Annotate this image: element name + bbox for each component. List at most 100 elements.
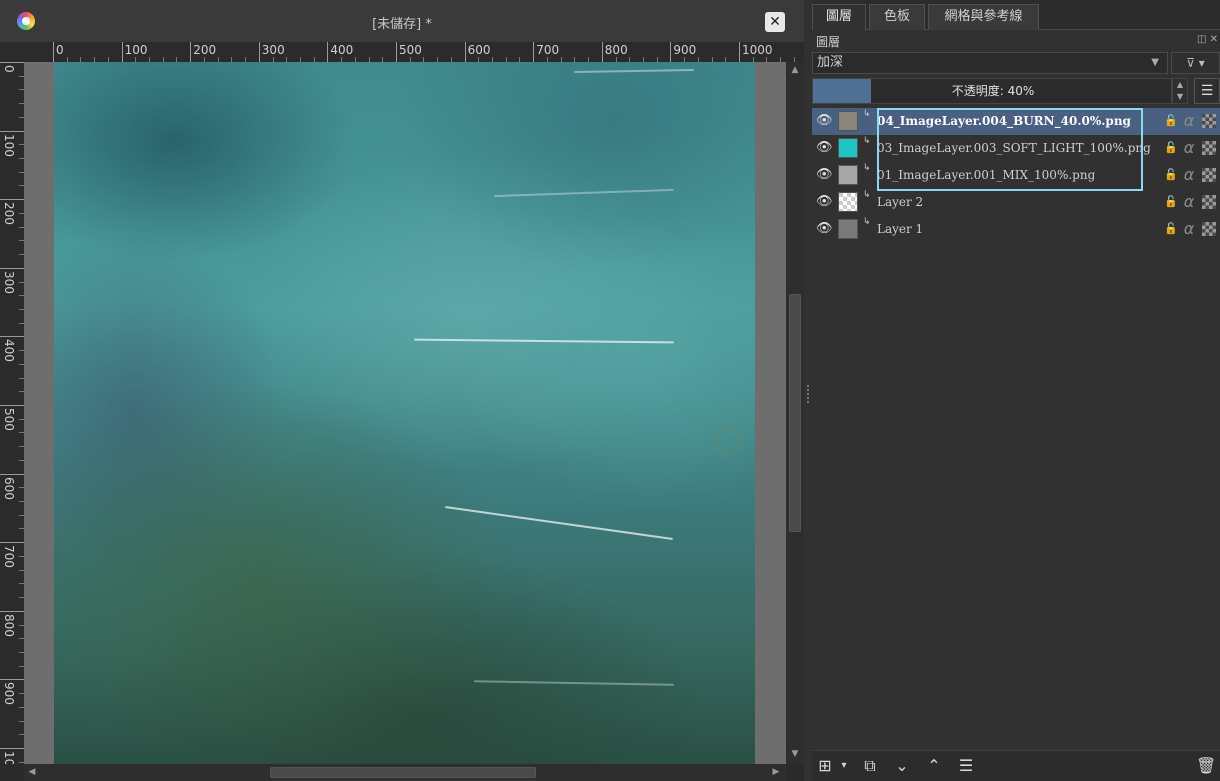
layer-name[interactable]: 04_ImageLayer.004_BURN_40.0%.png bbox=[877, 114, 1131, 128]
duplicate-layer-icon[interactable]: ⧉ bbox=[860, 756, 880, 776]
ruler-tick: 600 bbox=[464, 42, 491, 62]
ruler-tick-label: 200 bbox=[193, 43, 217, 57]
tab-palette[interactable]: 色板 bbox=[869, 4, 925, 30]
scroll-down-arrow-icon[interactable]: ▼ bbox=[789, 748, 801, 760]
alpha-lock-icon[interactable]: α bbox=[1181, 165, 1197, 185]
docker-tabbar: 圖層 色板 網格與參考線 bbox=[812, 0, 1220, 30]
inherit-alpha-icon[interactable] bbox=[1202, 168, 1216, 182]
ruler-tick-label: 700 bbox=[536, 43, 560, 57]
layer-thumbnail bbox=[838, 192, 858, 212]
horizontal-ruler: 0 100 200 300 400 500 600 700 800 900 1000 bbox=[24, 42, 804, 62]
ruler-tick: 400 bbox=[0, 336, 24, 362]
layer-list[interactable]: 👁 ↳ 04_ImageLayer.004_BURN_40.0%.png 🔓 α 👁 ↳ 03… bbox=[812, 108, 1220, 750]
ruler-tick: 800 bbox=[601, 42, 628, 62]
inherit-alpha-icon[interactable] bbox=[1202, 114, 1216, 128]
scroll-right-arrow-icon[interactable]: ▶ bbox=[770, 766, 782, 778]
horizontal-scroll-thumb[interactable] bbox=[270, 767, 536, 778]
layer-row[interactable]: 👁 ↳ 04_ImageLayer.004_BURN_40.0%.png 🔓 α bbox=[812, 108, 1220, 135]
layer-name[interactable]: 03_ImageLayer.003_SOFT_LIGHT_100%.png bbox=[877, 141, 1151, 155]
ruler-tick: 200 bbox=[0, 199, 24, 225]
layer-filter-button[interactable]: ⊽ ▾ bbox=[1171, 52, 1220, 74]
lock-icon[interactable]: 🔓 bbox=[1164, 222, 1178, 236]
layer-row[interactable]: 👁 ↳ Layer 1 🔓 α bbox=[812, 216, 1220, 243]
layer-thumbnail bbox=[838, 219, 858, 239]
alpha-lock-icon[interactable]: α bbox=[1181, 192, 1197, 212]
inherit-alpha-icon[interactable] bbox=[1202, 222, 1216, 236]
ruler-tick-label: 400 bbox=[2, 339, 16, 363]
layer-name[interactable]: Layer 2 bbox=[877, 195, 923, 209]
chevron-down-icon: ▼ bbox=[1151, 57, 1159, 68]
docker-title: 圖層 bbox=[816, 35, 841, 49]
docker-float-close-icons[interactable]: ◫ ✕ bbox=[1197, 34, 1218, 45]
layer-properties-icon[interactable]: ☰ bbox=[956, 756, 976, 776]
ruler-tick: 1000 bbox=[0, 748, 24, 764]
ruler-corner bbox=[0, 42, 24, 62]
alpha-lock-icon[interactable]: α bbox=[1181, 219, 1197, 239]
layers-bottom-toolbar: ⊞ ▾ ⧉ ⌄ ⌃ ☰ 🗑 bbox=[812, 750, 1220, 781]
visibility-eye-icon[interactable]: 👁 bbox=[816, 221, 833, 237]
ruler-tick: 900 bbox=[670, 42, 696, 62]
layer-row[interactable]: 👁 ↳ 01_ImageLayer.001_MIX_100%.png 🔓 α bbox=[812, 162, 1220, 189]
ruler-tick-label: 0 bbox=[2, 65, 16, 73]
ruler-tick: 500 bbox=[0, 405, 24, 431]
ruler-tick: 100 bbox=[121, 42, 148, 62]
inherit-alpha-icon[interactable] bbox=[1202, 195, 1216, 209]
ruler-tick: 0 bbox=[53, 42, 64, 62]
add-layer-icon[interactable]: ⊞ bbox=[816, 756, 834, 776]
visibility-eye-icon[interactable]: 👁 bbox=[816, 167, 833, 183]
texture-scratch bbox=[573, 68, 695, 74]
lock-icon[interactable]: 🔓 bbox=[1164, 141, 1178, 155]
add-layer-menu-chevron-icon[interactable]: ▾ bbox=[838, 756, 850, 776]
scroll-up-arrow-icon[interactable]: ▲ bbox=[789, 64, 801, 76]
ruler-tick-label: 500 bbox=[399, 43, 422, 57]
close-document-button[interactable]: ✕ bbox=[765, 12, 785, 32]
canvas-image[interactable] bbox=[54, 62, 755, 764]
lock-icon[interactable]: 🔓 bbox=[1164, 168, 1178, 182]
texture-scratch bbox=[413, 338, 675, 344]
scroll-left-arrow-icon[interactable]: ◀ bbox=[26, 766, 38, 778]
tab-layers[interactable]: 圖層 bbox=[812, 4, 866, 30]
ruler-tick-label: 500 bbox=[2, 408, 16, 431]
layer-row[interactable]: 👁 ↳ Layer 2 🔓 α bbox=[812, 189, 1220, 216]
visibility-eye-icon[interactable]: 👁 bbox=[816, 140, 833, 156]
clipping-mask-icon: ↳ bbox=[863, 136, 871, 146]
vertical-scrollbar[interactable]: ▲ ▼ bbox=[786, 62, 804, 764]
canvas-area[interactable] bbox=[24, 62, 786, 764]
tab-grid-and-guides[interactable]: 網格與參考線 bbox=[928, 4, 1039, 30]
layers-docker: 圖層 色板 網格與參考線 圖層 ◫ ✕ 加深 ▼ ⊽ ▾ 不透明度: 40% ▲… bbox=[812, 0, 1220, 781]
ruler-tick-label: 900 bbox=[673, 43, 697, 57]
ruler-tick-label: 200 bbox=[2, 202, 16, 226]
ruler-tick: 300 bbox=[258, 42, 285, 62]
layer-properties-toggle-button[interactable]: ☰ bbox=[1194, 78, 1220, 104]
brush-cursor-outline bbox=[714, 426, 742, 454]
alpha-lock-icon[interactable]: α bbox=[1181, 138, 1197, 158]
opacity-slider[interactable]: 不透明度: 40% bbox=[812, 78, 1172, 104]
document-view: [未儲存] * ✕ 0 100 200 300 400 500 600 700 800 900 10… bbox=[0, 0, 804, 781]
splitter-grip-icon[interactable] bbox=[807, 385, 809, 403]
layer-name[interactable]: Layer 1 bbox=[877, 222, 923, 236]
blend-mode-value: 加深 bbox=[817, 55, 844, 70]
blend-mode-select[interactable]: 加深 ▼ bbox=[812, 52, 1168, 74]
visibility-eye-icon[interactable]: 👁 bbox=[816, 194, 833, 210]
lock-icon[interactable]: 🔓 bbox=[1164, 114, 1178, 128]
opacity-spin-buttons[interactable]: ▲ ▼ bbox=[1172, 78, 1188, 104]
vertical-scroll-thumb[interactable] bbox=[789, 294, 801, 532]
move-layer-up-icon[interactable]: ⌃ bbox=[924, 756, 944, 776]
krita-window: [未儲存] * ✕ 0 100 200 300 400 500 600 700 800 900 10… bbox=[0, 0, 1220, 781]
ruler-tick: 0 bbox=[0, 62, 24, 73]
lock-icon[interactable]: 🔓 bbox=[1164, 195, 1178, 209]
clipping-mask-icon: ↳ bbox=[863, 109, 871, 119]
inherit-alpha-icon[interactable] bbox=[1202, 141, 1216, 155]
visibility-eye-icon[interactable]: 👁 bbox=[816, 113, 833, 129]
horizontal-scrollbar[interactable]: ◀ ▶ bbox=[24, 764, 786, 781]
opacity-label: 不透明度: 40% bbox=[951, 84, 1035, 98]
ruler-tick-label: 300 bbox=[2, 270, 16, 294]
layer-row[interactable]: 👁 ↳ 03_ImageLayer.003_SOFT_LIGHT_100%.png 🔓… bbox=[812, 135, 1220, 162]
move-layer-down-icon[interactable]: ⌄ bbox=[892, 756, 912, 776]
layer-name[interactable]: 01_ImageLayer.001_MIX_100%.png bbox=[877, 168, 1095, 182]
alpha-lock-icon[interactable]: α bbox=[1181, 111, 1197, 131]
clipping-mask-icon: ↳ bbox=[863, 190, 871, 200]
ruler-tick: 100 bbox=[0, 130, 24, 157]
ruler-tick: 1000 bbox=[739, 42, 773, 62]
delete-layer-icon[interactable]: 🗑 bbox=[1196, 756, 1216, 776]
